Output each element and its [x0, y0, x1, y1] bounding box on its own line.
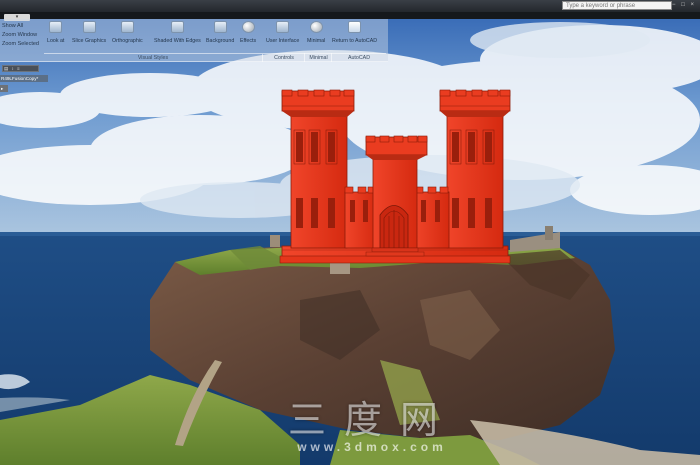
browser-expand-toggle[interactable]: ▸ — [0, 85, 8, 92]
slice-graphics-label: Slice Graphics — [72, 38, 107, 44]
minimal-icon — [309, 21, 323, 33]
zoom-window-button[interactable]: Zoom Window — [2, 31, 39, 40]
browser-panel: ▤ ↕ ≡ R49LFusionCopy* ▸ — [0, 61, 48, 97]
group-visual-styles: Visual Styles — [44, 53, 262, 62]
watermark-url: www.3dmox.com — [297, 440, 447, 454]
minimal-label: Minimal — [307, 38, 326, 44]
group-minimal: Minimal — [304, 53, 332, 62]
shaded-edges-icon — [170, 21, 184, 33]
return-autocad-icon — [348, 21, 362, 33]
return-autocad-button[interactable]: Return to AutoCAD — [332, 20, 377, 54]
look-at-icon — [49, 21, 63, 33]
look-at-label: Look at — [47, 38, 65, 44]
effects-button[interactable]: Effects — [240, 20, 256, 54]
shaded-edges-label: Shaded With Edges — [154, 38, 201, 44]
search-input[interactable]: Type a keyword or phrase — [562, 1, 672, 10]
tab-bar: ▾ — [0, 12, 700, 21]
user-interface-label: User Interface — [266, 38, 300, 44]
slice-graphics-button[interactable]: Slice Graphics — [72, 20, 106, 54]
window-controls[interactable]: − □ × — [672, 2, 696, 8]
group-controls: Controls — [262, 53, 305, 62]
shaded-edges-button[interactable]: Shaded With Edges — [154, 20, 201, 54]
group-autocad: AutoCAD — [331, 53, 386, 62]
ribbon-group-labels: Visual Styles Controls Minimal AutoCAD — [0, 53, 388, 62]
user-interface-button[interactable]: User Interface — [266, 20, 299, 54]
viewport-scene — [0, 0, 700, 465]
orthographic-icon — [120, 21, 134, 33]
background-label: Background — [206, 38, 235, 44]
show-all-button[interactable]: Show All — [2, 22, 39, 31]
effects-label: Effects — [240, 38, 257, 44]
minimal-button[interactable]: Minimal — [307, 20, 325, 54]
watermark-title: 三度网 — [287, 398, 456, 442]
zoom-selected-button[interactable]: Zoom Selected — [2, 40, 39, 49]
view-ribbon: Show All Zoom Window Zoom Selected Look … — [0, 19, 388, 62]
return-autocad-label: Return to AutoCAD — [332, 38, 378, 44]
background-button[interactable]: Background — [206, 20, 234, 54]
slice-graphics-icon — [82, 21, 96, 33]
orthographic-button[interactable]: Orthographic — [112, 20, 143, 54]
watermark: 三度网 www.3dmox.com — [272, 400, 472, 464]
effects-icon — [241, 21, 255, 33]
orthographic-label: Orthographic — [112, 38, 143, 44]
browser-toolbar[interactable]: ▤ ↕ ≡ — [2, 65, 39, 72]
background-icon — [213, 21, 227, 33]
look-at-button[interactable]: Look at — [47, 20, 64, 54]
navigate-group: Show All Zoom Window Zoom Selected — [2, 22, 39, 49]
browser-item-root[interactable]: R49LFusionCopy* — [0, 75, 48, 82]
title-strip: Type a keyword or phrase − □ × — [0, 0, 700, 12]
user-interface-icon — [276, 21, 290, 33]
